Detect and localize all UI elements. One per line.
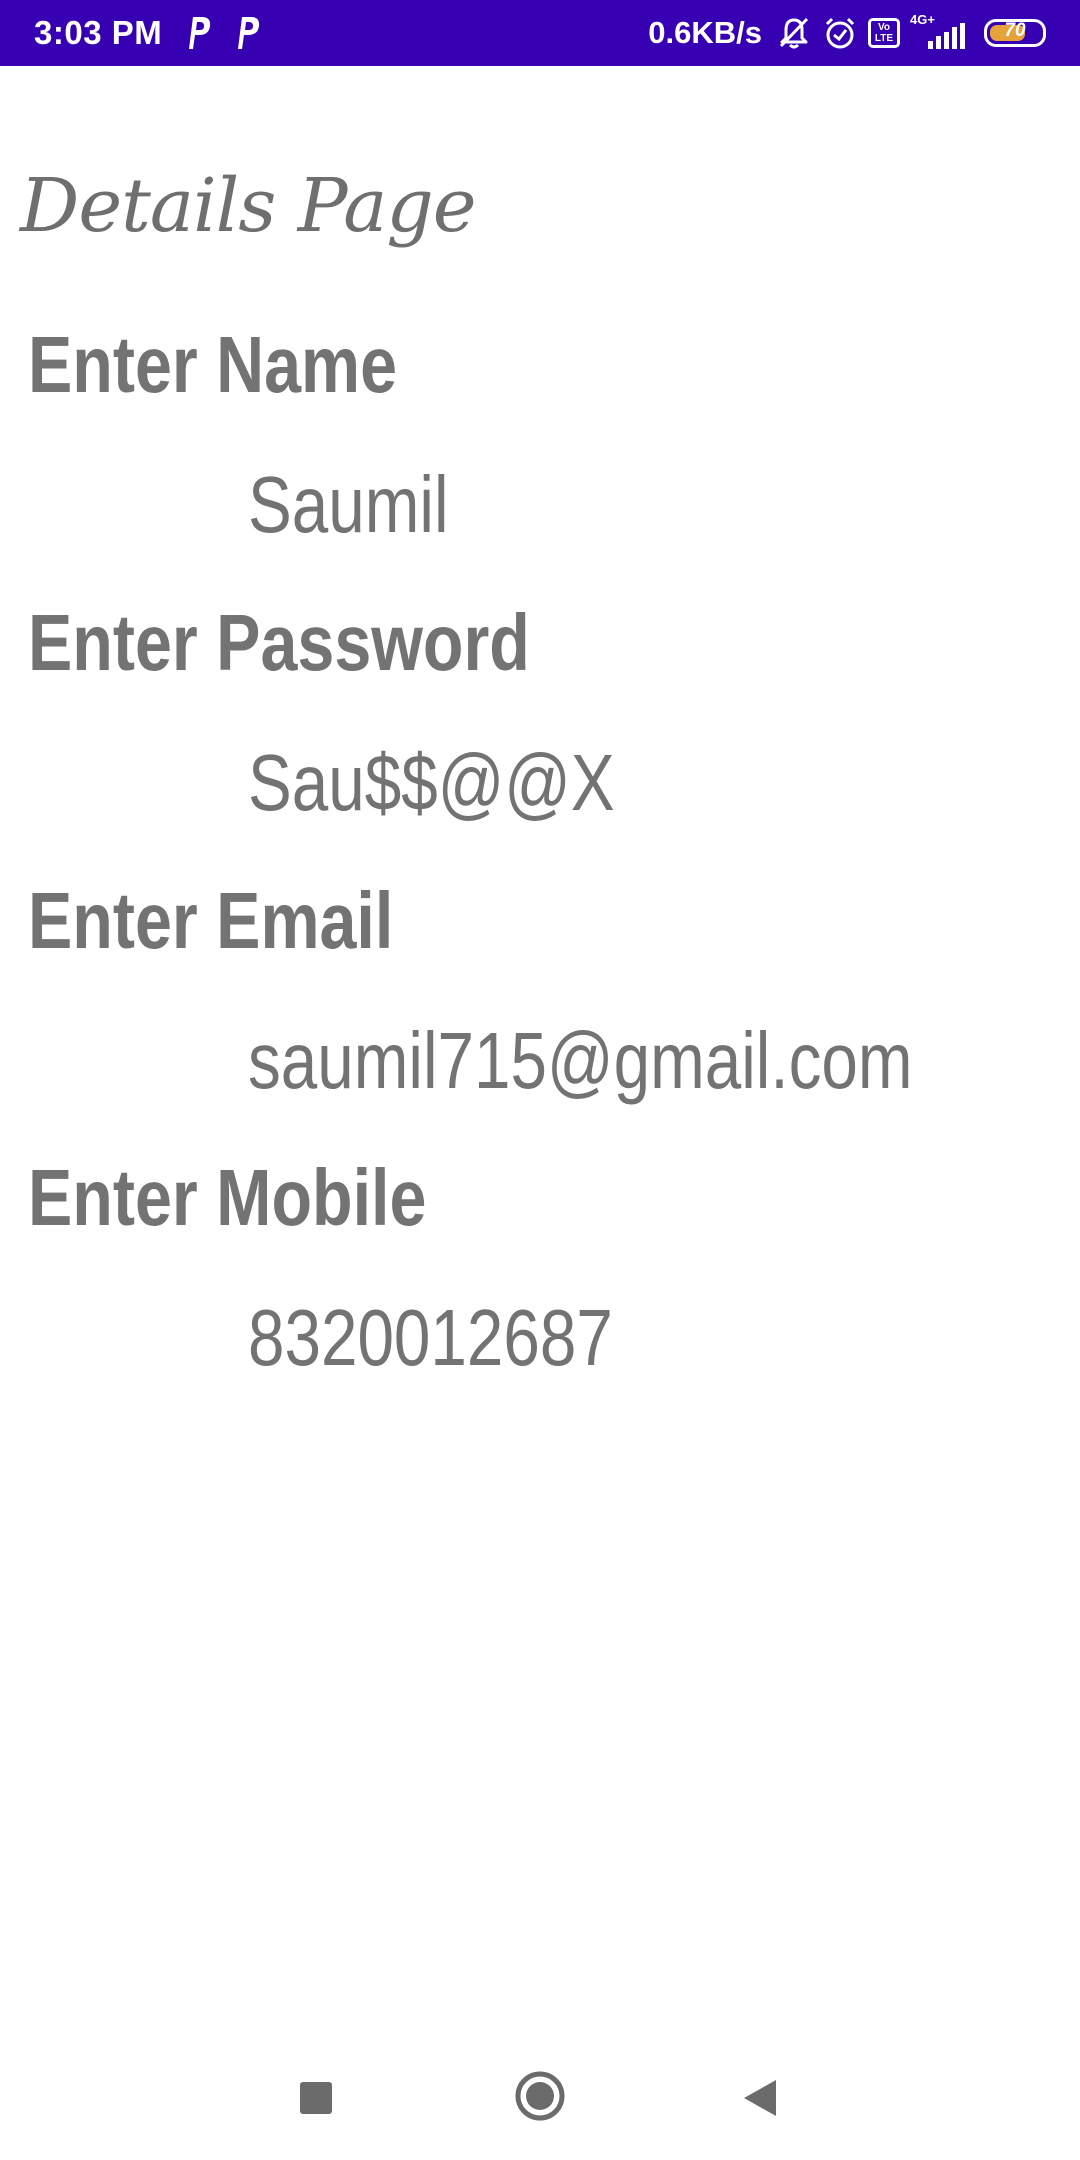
recent-apps-icon[interactable] <box>298 2080 334 2116</box>
battery-icon: 70 <box>984 19 1046 47</box>
password-label: Enter Password <box>28 598 530 687</box>
signal-bars-icon <box>928 23 965 49</box>
page-title: Details Page <box>20 163 477 249</box>
status-time: 3:03 PM <box>34 14 163 51</box>
p-notification-icon <box>238 17 260 49</box>
home-icon[interactable] <box>514 2070 566 2122</box>
bell-off-icon <box>779 17 809 49</box>
network-speed: 0.6KB/s <box>648 15 762 50</box>
signal-icon: 4G+ <box>910 13 968 53</box>
navigation-bar <box>0 2040 1080 2160</box>
email-label: Enter Email <box>28 876 394 965</box>
back-icon[interactable] <box>742 2078 778 2118</box>
status-bar: 3:03 PM 0.6KB/s Vo LTE 4G+ 70 <box>0 0 1080 66</box>
name-value: Saumil <box>248 460 449 549</box>
volte-icon: Vo LTE <box>868 18 900 48</box>
battery-level-text: 70 <box>1004 20 1026 41</box>
name-label: Enter Name <box>28 320 398 409</box>
password-value: Sau$$@@X <box>248 738 615 827</box>
email-value: saumil715@gmail.com <box>248 1016 913 1105</box>
mobile-value: 8320012687 <box>248 1293 613 1382</box>
mobile-label: Enter Mobile <box>28 1153 427 1242</box>
alarm-icon <box>825 17 855 49</box>
p-notification-icon <box>189 17 211 49</box>
